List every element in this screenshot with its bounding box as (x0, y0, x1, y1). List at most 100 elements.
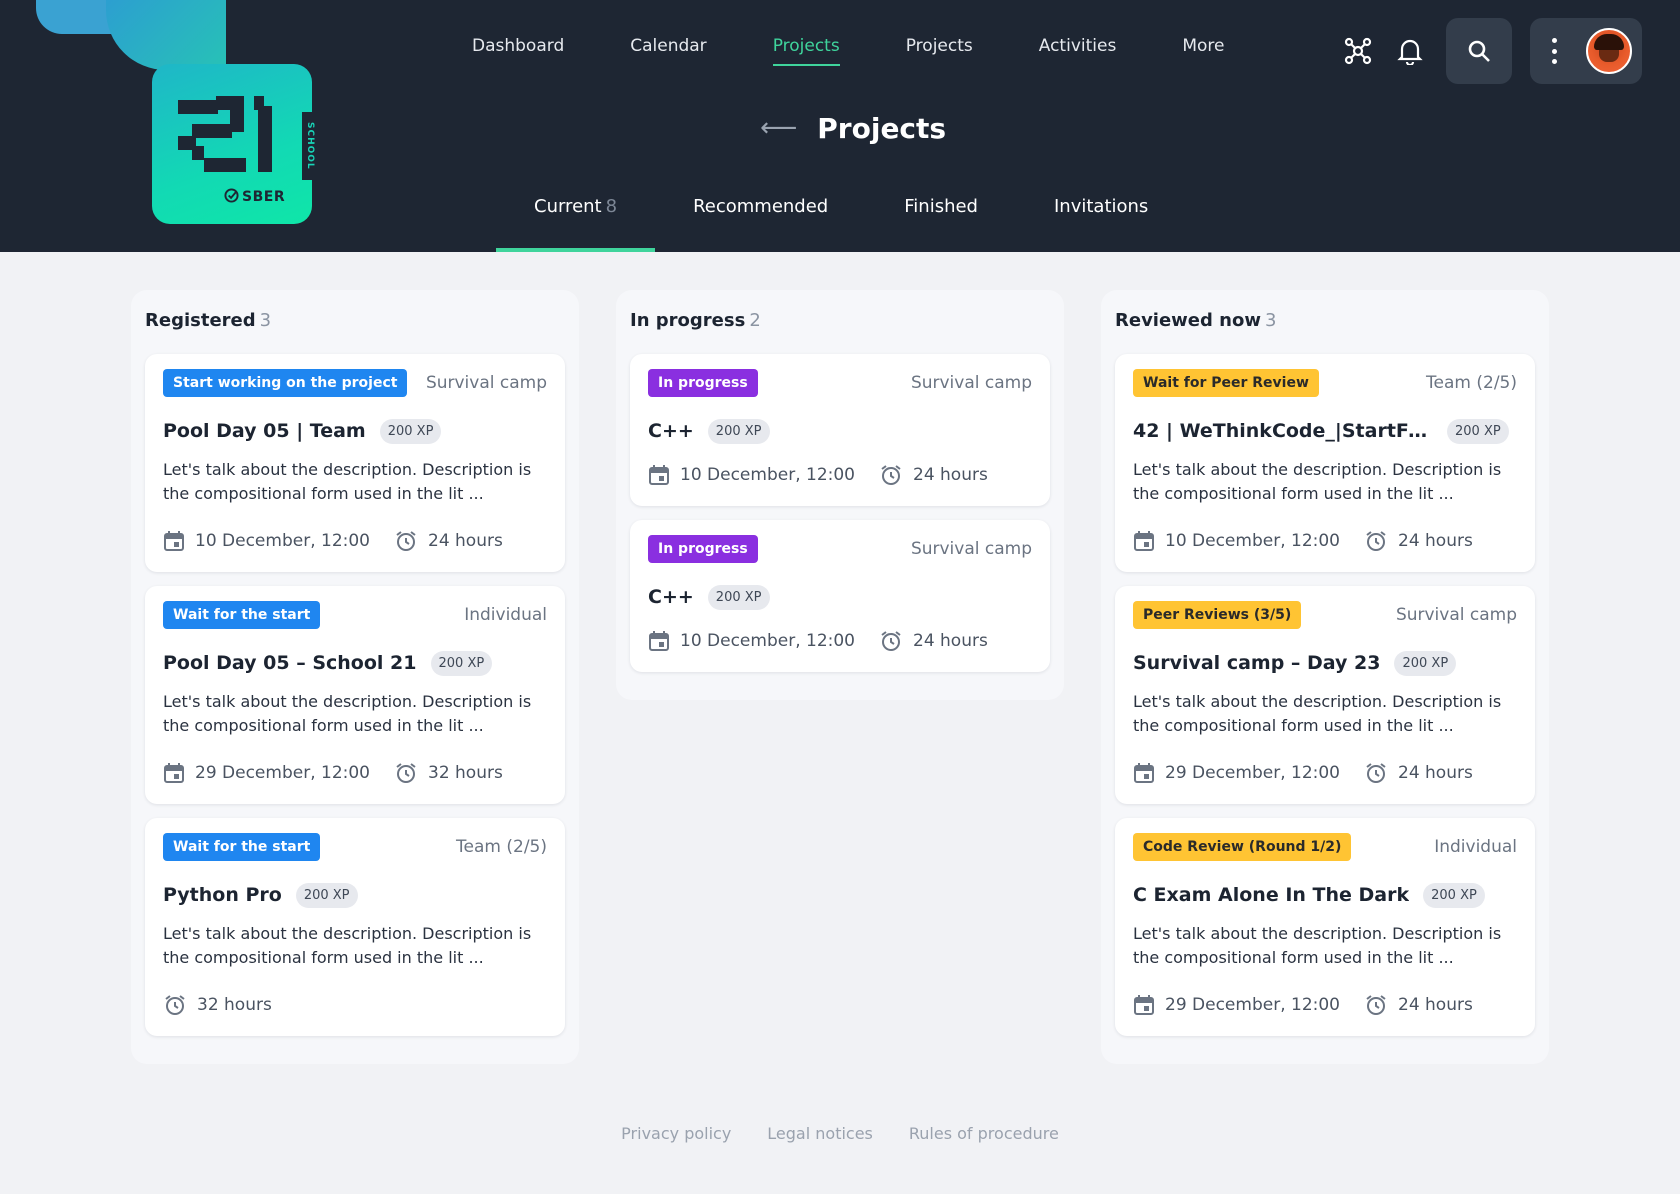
bell-icon[interactable] (1392, 33, 1428, 69)
deadline-date: 10 December, 12:00 (648, 464, 855, 486)
back-arrow-icon[interactable]: ⟵ (760, 113, 797, 143)
duration: 24 hours (879, 629, 988, 653)
alarm-clock-icon (881, 465, 901, 485)
duration: 24 hours (1364, 529, 1473, 553)
legal-notices-link[interactable]: Legal notices (767, 1124, 873, 1143)
xp-badge: 200 XP (707, 584, 770, 610)
alarm-clock-icon (396, 531, 416, 551)
alarm-clock-icon (881, 631, 901, 651)
deadline-date: 29 December, 12:00 (1133, 994, 1340, 1016)
project-title: Survival camp – Day 23 (1133, 652, 1381, 674)
status-badge: In progress (648, 369, 758, 397)
status-badge: Wait for Peer Review (1133, 369, 1319, 397)
project-title: C++ (648, 586, 694, 608)
tab-invitations[interactable]: Invitations (1016, 190, 1186, 252)
calendar-icon (649, 465, 669, 485)
status-badge: Code Review (Round 1/2) (1133, 833, 1352, 861)
duration: 24 hours (394, 529, 503, 553)
logo-school-text: SCHOOL (302, 112, 318, 180)
calendar-icon (649, 631, 669, 651)
project-description: Let's talk about the description. Descri… (163, 924, 532, 967)
project-card[interactable]: Start working on the project Survival cam… (145, 354, 565, 572)
search-button[interactable] (1446, 18, 1512, 84)
calendar-icon (1134, 763, 1154, 783)
project-title: C Exam Alone In The Dark (1133, 884, 1410, 906)
project-card[interactable]: Wait for Peer Review Team (2/5) 42 | WeTh… (1115, 354, 1535, 572)
privacy-policy-link[interactable]: Privacy policy (621, 1124, 731, 1143)
project-description: Let's talk about the description. Descri… (163, 460, 532, 503)
status-badge: Peer Reviews (3/5) (1133, 601, 1302, 629)
duration: 32 hours (394, 761, 503, 785)
xp-badge: 200 XP (707, 418, 770, 444)
calendar-icon (164, 531, 184, 551)
deadline-date: 29 December, 12:00 (163, 762, 370, 784)
project-card[interactable]: In progress Survival camp C++ 200 XP 10 De… (630, 520, 1050, 672)
nav-activities[interactable]: Activities (1039, 36, 1117, 66)
nav-projects-active[interactable]: Projects (772, 36, 840, 66)
page-title-row: ⟵ Projects (760, 108, 946, 148)
nav-dashboard[interactable]: Dashboard (472, 36, 564, 66)
project-description: Let's talk about the description. Descri… (1133, 460, 1502, 503)
project-card[interactable]: Wait for the start Team (2/5) Python Pro 2… (145, 818, 565, 1036)
project-card[interactable]: Wait for the start Individual Pool Day 05… (145, 586, 565, 804)
project-kind: Survival camp (425, 373, 547, 393)
alarm-clock-icon (1366, 995, 1386, 1015)
tab-count: 8 (605, 196, 618, 217)
tab-recommended[interactable]: Recommended (655, 190, 866, 252)
project-kind: Individual (464, 605, 547, 625)
project-card[interactable]: Code Review (Round 1/2) Individual C Exam… (1115, 818, 1535, 1036)
tab-current[interactable]: Current 8 (496, 190, 656, 252)
duration: 24 hours (1364, 993, 1473, 1017)
project-kind: Survival camp (910, 539, 1032, 559)
xp-badge: 200 XP (295, 882, 358, 908)
nav-more[interactable]: More (1182, 36, 1224, 66)
project-title: C++ (648, 420, 694, 442)
xp-badge: 200 XP (379, 418, 442, 444)
deadline-date: 10 December, 12:00 (1133, 530, 1340, 552)
project-title: Pool Day 05 | Team (163, 420, 366, 442)
school21-logo[interactable]: SCHOOL SBER (36, 0, 318, 230)
project-kind: Survival camp (1395, 605, 1517, 625)
sber-check-icon (224, 188, 239, 203)
user-menu[interactable] (1530, 18, 1642, 84)
network-icon[interactable] (1340, 33, 1376, 69)
footer: Privacy policy Legal notices Rules of pr… (0, 1124, 1680, 1143)
more-vertical-icon[interactable] (1550, 38, 1558, 64)
logo-sber-text: SBER (224, 188, 285, 205)
page-title: Projects (817, 111, 947, 145)
column-title: Registered 3 (145, 310, 272, 331)
xp-badge: 200 XP (1423, 882, 1485, 908)
alarm-clock-icon (1366, 763, 1386, 783)
duration: 24 hours (1364, 761, 1473, 785)
duration: 32 hours (163, 993, 272, 1017)
project-title: Pool Day 05 – School 21 (163, 652, 417, 674)
logo-21-mark (178, 96, 272, 172)
main-nav: Dashboard Calendar Projects Projects Act… (472, 36, 1290, 66)
rules-of-procedure-link[interactable]: Rules of procedure (909, 1124, 1059, 1143)
xp-badge: 200 XP (1447, 418, 1509, 444)
alarm-clock-icon (1366, 531, 1386, 551)
project-description: Let's talk about the description. Descri… (163, 692, 532, 735)
project-tabs: Current 8 Recommended Finished Invitation… (496, 190, 1186, 252)
column-reviewed-now: Reviewed now 3 Wait for Peer Review Team (… (1101, 290, 1549, 1064)
project-title: Python Pro (163, 884, 282, 906)
project-kind: Individual (1434, 837, 1517, 857)
calendar-icon (164, 763, 184, 783)
deadline-date: 10 December, 12:00 (163, 530, 370, 552)
project-kind: Team (2/5) (1426, 373, 1517, 393)
project-card[interactable]: Peer Reviews (3/5) Survival camp Survival… (1115, 586, 1535, 804)
nav-calendar[interactable]: Calendar (630, 36, 706, 66)
alarm-clock-icon (165, 995, 185, 1015)
column-in-progress: In progress 2 In progress Survival camp C+… (616, 290, 1064, 700)
nav-projects[interactable]: Projects (906, 36, 973, 66)
avatar[interactable] (1586, 28, 1632, 74)
project-kind: Team (2/5) (456, 837, 547, 857)
column-registered: Registered 3 Start working on the project… (131, 290, 579, 1064)
deadline-date: 29 December, 12:00 (1133, 762, 1340, 784)
project-card[interactable]: In progress Survival camp C++ 200 XP 10 De… (630, 354, 1050, 506)
alarm-clock-icon (396, 763, 416, 783)
duration: 24 hours (879, 463, 988, 487)
calendar-icon (1134, 995, 1154, 1015)
tab-finished[interactable]: Finished (866, 190, 1016, 252)
status-badge: Wait for the start (163, 601, 321, 629)
